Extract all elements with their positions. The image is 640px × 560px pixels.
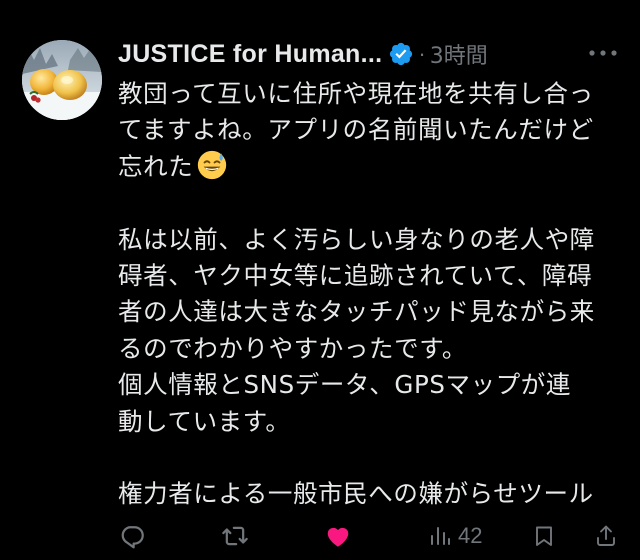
- tweet-text-line: 者の人達は大きなタッチパッド見ながら来: [118, 297, 595, 327]
- tweet-text-segment: 忘れた: [118, 151, 194, 181]
- views-count: 42: [458, 523, 483, 548]
- tweet-text-line: 権力者による一般市民への嫌がらせツール: [118, 479, 594, 509]
- tweet-text-line: てますよね。アプリの名前聞いたんだけど: [118, 115, 594, 145]
- tweet-text-line: 忘れた: [118, 149, 623, 185]
- tweet-text-line: [118, 440, 623, 476]
- separator: ·: [418, 41, 426, 66]
- tweet: JUSTICE for Human... · 3時間 教団って互いに住所や現在地…: [0, 0, 640, 560]
- retweet-button[interactable]: [220, 520, 250, 552]
- tweet-text-line: 個人情報とSNSデータ、GPSマップが連: [118, 370, 572, 400]
- bookmark-icon: [536, 526, 552, 546]
- avatar[interactable]: [22, 40, 102, 120]
- tweet-text-line: [118, 185, 623, 221]
- tweet-text-line: 碍者、ヤク中女等に追跡されていて、障碍: [118, 260, 593, 290]
- views-button[interactable]: 42: [428, 520, 482, 552]
- author-name[interactable]: JUSTICE for Human...: [118, 40, 382, 69]
- tweet-text-line: るのでわかりやすかったです。: [118, 333, 467, 363]
- more-options-icon[interactable]: [588, 46, 618, 60]
- views-icon: [431, 527, 450, 545]
- tweet-text: 教団って互いに住所や現在地を共有し合っ てますよね。アプリの名前聞いたんだけど …: [118, 76, 623, 513]
- share-icon: [597, 525, 615, 546]
- verified-badge-icon: [390, 42, 413, 66]
- bookmark-button[interactable]: [532, 520, 556, 552]
- heart-icon: [327, 527, 349, 547]
- share-button[interactable]: [594, 520, 618, 552]
- reply-button[interactable]: [118, 520, 146, 552]
- sweat-smile-emoji-icon: [198, 150, 227, 179]
- action-bar: 42: [0, 516, 640, 556]
- tweet-text-line: 私は以前、よく汚らしい身なりの老人や障: [118, 224, 595, 254]
- tweet-header: JUSTICE for Human... · 3時間: [118, 34, 628, 74]
- timestamp[interactable]: 3時間: [430, 38, 488, 70]
- tweet-text-line: 教団って互いに住所や現在地を共有し合っ: [118, 79, 594, 108]
- retweet-icon: [222, 526, 248, 546]
- like-button[interactable]: [323, 520, 353, 552]
- reply-icon: [121, 526, 144, 549]
- avatar-image: [22, 40, 102, 120]
- tweet-text-line: 動しています。: [118, 406, 291, 436]
